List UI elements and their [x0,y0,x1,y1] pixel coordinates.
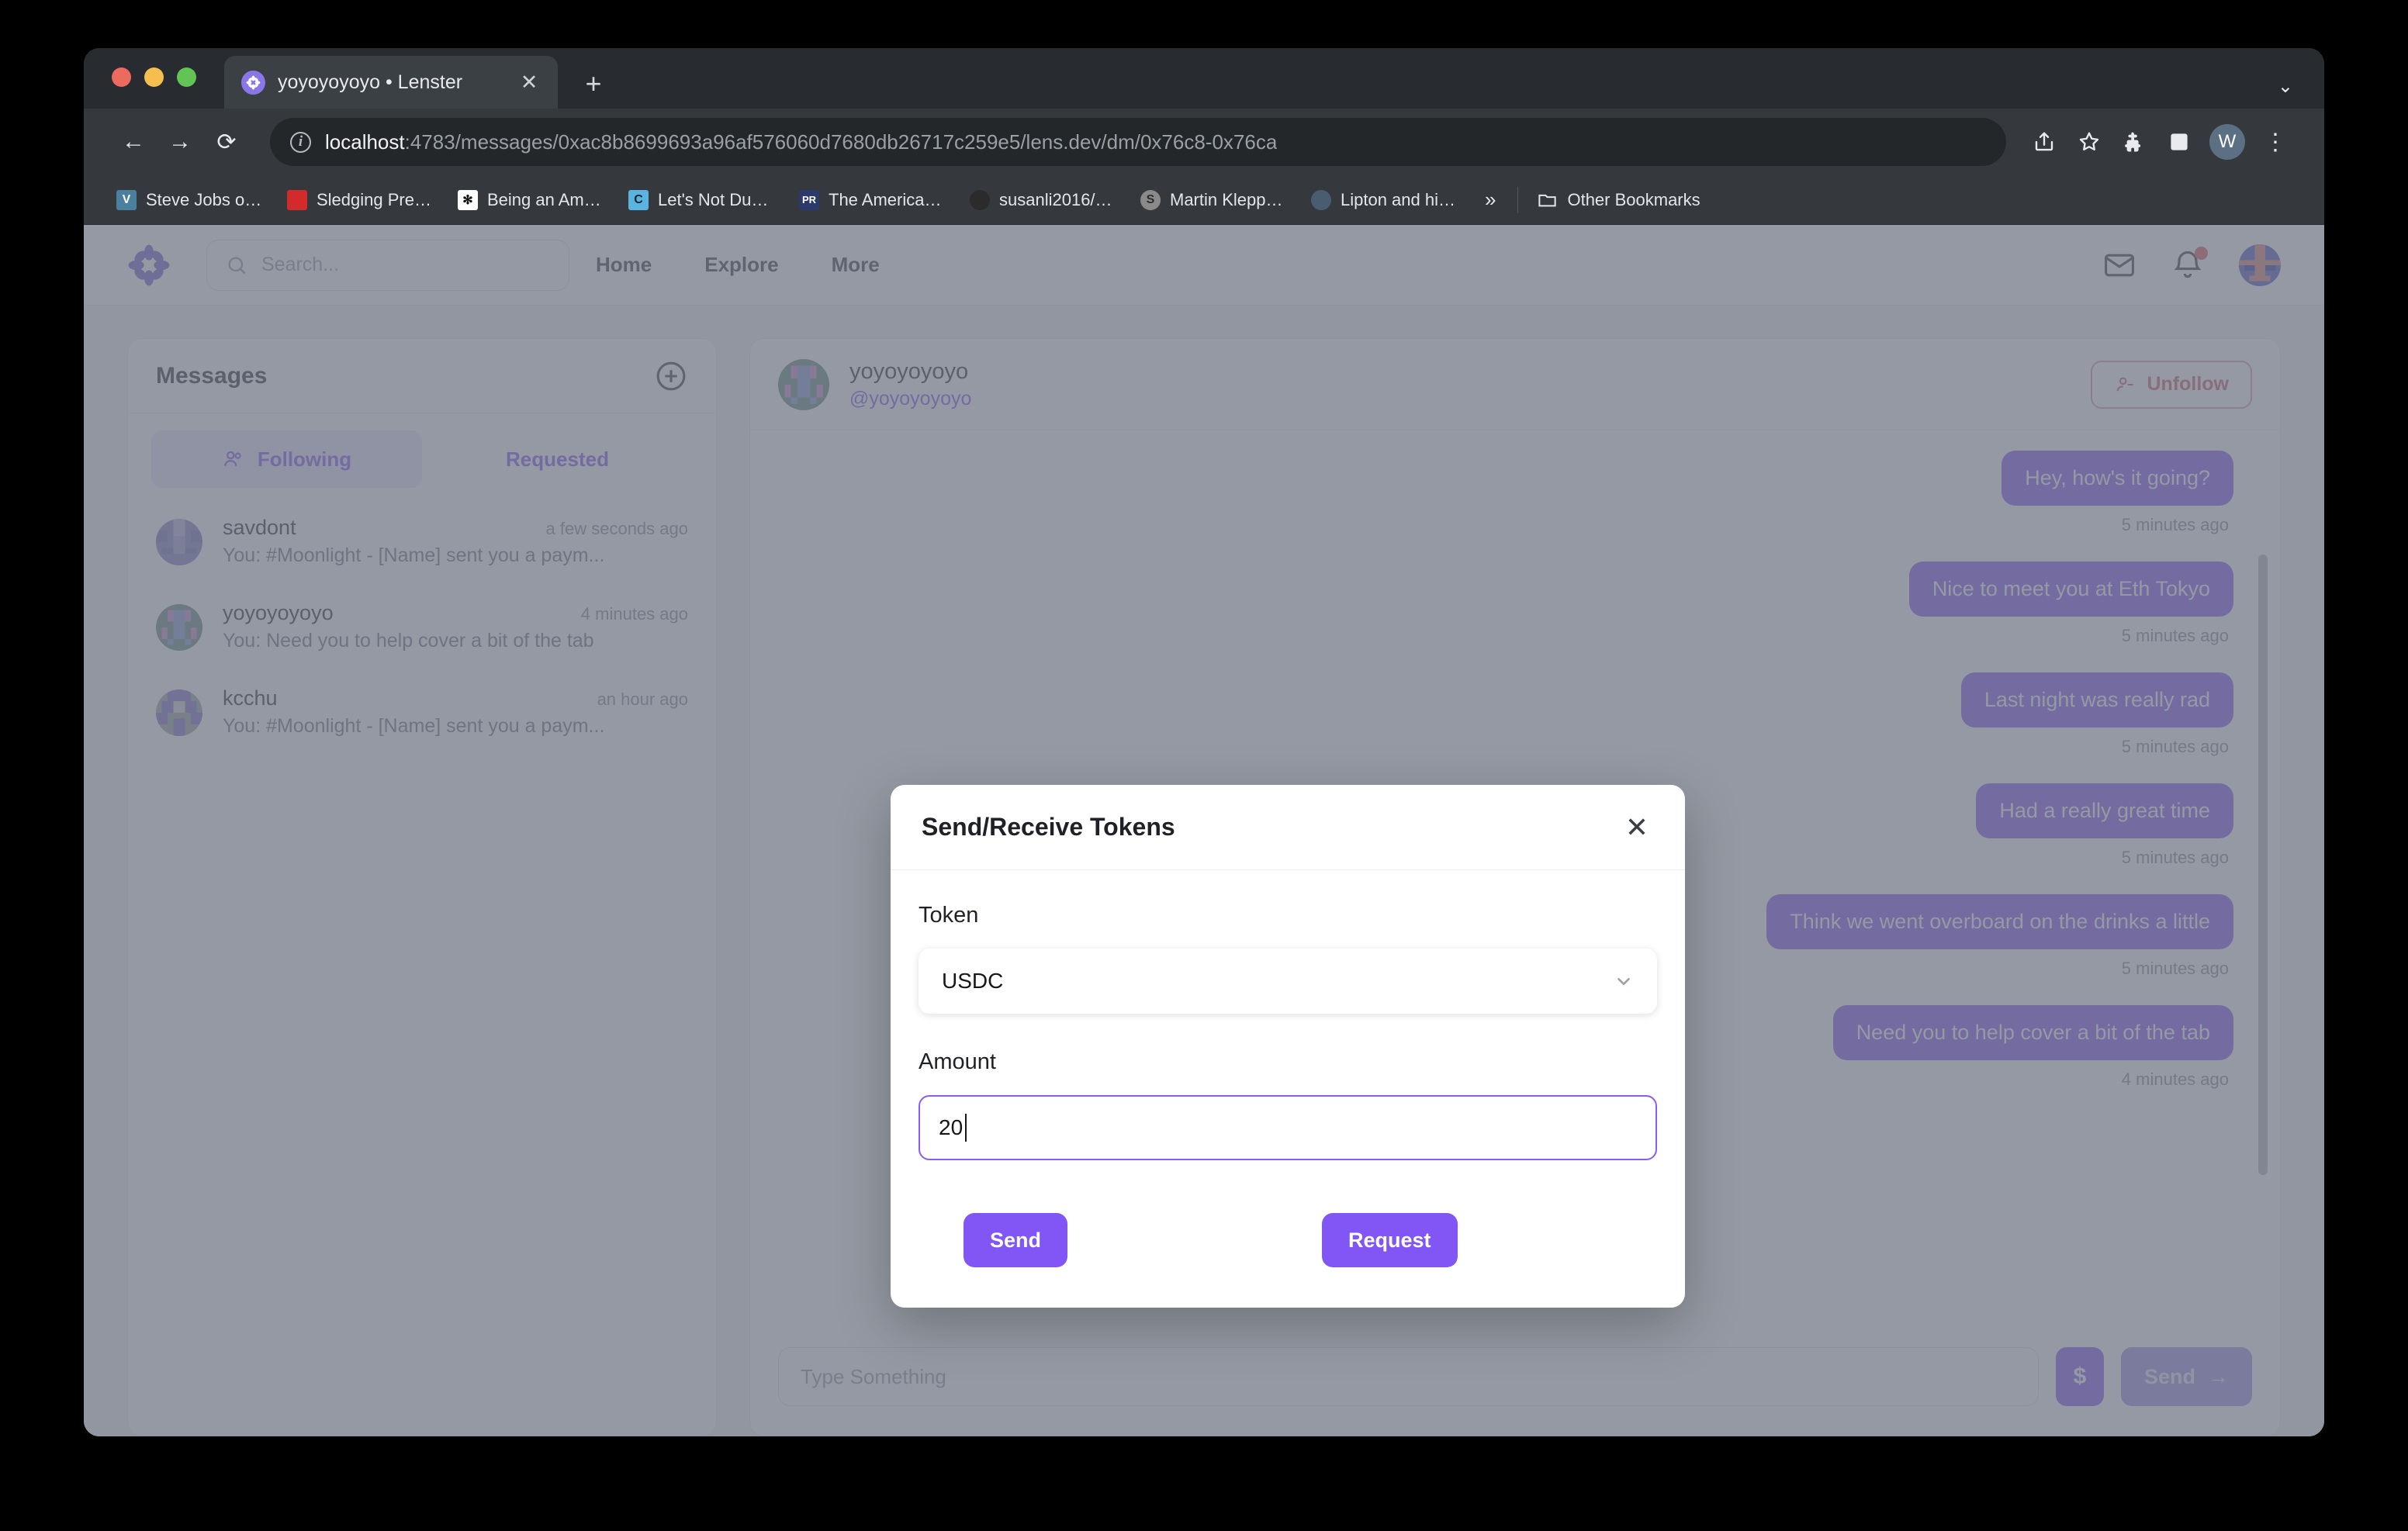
send-receive-tokens-modal: Send/Receive Tokens ✕ Token USDC Amount … [891,785,1685,1308]
browser-toolbar: ← → ⟳ i localhost:4783/messages/0xac8b86… [84,109,2324,175]
lenster-favicon-icon [241,70,265,95]
tab-search-chevron-down-icon[interactable]: ⌄ [2278,75,2293,98]
amount-input[interactable]: 20 [919,1095,1657,1160]
forward-button[interactable]: → [157,119,203,165]
close-icon[interactable]: ✕ [1620,813,1654,842]
bookmark-favicon-icon: PR [799,189,819,210]
modal-actions: Send Request [891,1184,1685,1308]
bookmark-label: Martin Kleppmann... [1170,189,1289,209]
bookmark-favicon-icon: S [1140,189,1161,210]
browser-window: yoyoyoyoyo • Lenster ✕ + ⌄ ← → ⟳ i local… [84,48,2324,1436]
amount-value: 20 [939,1115,964,1139]
bookmark-item[interactable]: C Let's Not Dumb D... [618,182,788,218]
browser-menu-button[interactable]: ⋮ [2253,119,2298,164]
url-path: :4783/messages/0xac8b8699693a96af576060d… [404,130,1278,154]
bookmark-item[interactable]: Sledging Preda/D... [276,182,447,218]
browser-tab[interactable]: yoyoyoyoyo • Lenster ✕ [224,56,558,109]
bookmarks-overflow-button[interactable]: » [1471,188,1510,212]
bookmark-label: Steve Jobs on the... [146,189,265,209]
bookmark-item[interactable]: PR The American-Dre... [788,182,959,218]
other-bookmarks-label: Other Bookmarks [1567,189,1700,209]
back-button[interactable]: ← [110,119,157,165]
bookmarks-bar: V Steve Jobs on the... Sledging Preda/D.… [84,175,2324,225]
address-bar[interactable]: i localhost:4783/messages/0xac8b8699693a… [270,118,2006,166]
bookmark-favicon-icon: V [116,189,137,210]
bookmarks-separator [1517,186,1519,213]
maximize-window-button[interactable] [177,67,196,87]
url-host: localhost [325,130,405,154]
bookmark-favicon-icon [970,189,990,210]
send-button[interactable]: Send [964,1213,1068,1267]
bookmark-label: The American-Dre... [829,189,948,209]
modal-body: Token USDC Amount 20 [891,870,1685,1184]
modal-title: Send/Receive Tokens [922,813,1175,841]
token-select[interactable]: USDC [919,949,1657,1014]
modal-header: Send/Receive Tokens ✕ [891,785,1685,870]
close-window-button[interactable] [112,67,131,87]
tab-strip: yoyoyoyoyo • Lenster ✕ + ⌄ [84,48,2324,109]
bookmark-favicon-icon: C [628,189,649,210]
tab-title: yoyoyoyoyo • Lenster [278,71,463,93]
chevron-down-icon [1617,977,1630,986]
other-bookmarks-folder[interactable]: Other Bookmarks [1526,189,1711,210]
bookmark-label: Sledging Preda/D... [317,189,436,209]
side-panel-icon[interactable] [2157,119,2202,164]
page-viewport: Search... Home Explore More [84,225,2324,1436]
token-selected-value: USDC [942,969,1004,993]
bookmark-item[interactable]: Lipton and his Imp... [1300,182,1471,218]
bookmark-item[interactable]: V Steve Jobs on the... [106,182,276,218]
bookmark-item[interactable]: ✻ Being an Amazon... [447,182,618,218]
browser-profile-avatar[interactable]: W [2209,124,2245,160]
bookmark-label: Let's Not Dumb D... [658,189,777,209]
address-bar-url: localhost:4783/messages/0xac8b8699693a96… [325,130,1277,154]
minimize-window-button[interactable] [144,67,164,87]
window-traffic-lights [112,48,196,109]
bookmark-label: Being an Amazon... [487,189,607,209]
token-field-label: Token [919,903,979,928]
request-button[interactable]: Request [1322,1213,1458,1267]
site-info-icon[interactable]: i [290,131,311,153]
folder-icon [1538,194,1557,207]
reload-button[interactable]: ⟳ [203,119,250,165]
bookmark-item[interactable]: S Martin Kleppmann... [1130,182,1300,218]
share-icon[interactable] [2022,119,2067,164]
text-caret [965,1114,967,1142]
bookmark-label: Lipton and his Imp... [1341,189,1460,209]
bookmark-label: susanli2016/Mach... [999,189,1119,209]
close-tab-button[interactable]: ✕ [517,71,541,93]
bookmark-favicon-icon [1311,189,1331,210]
extensions-puzzle-icon[interactable] [2112,119,2157,164]
new-tab-button[interactable]: + [576,70,611,98]
amount-field-label: Amount [919,1049,996,1074]
request-button-wrap: Request [1288,1213,1657,1267]
bookmark-favicon-icon [287,189,307,210]
bookmark-item[interactable]: susanli2016/Mach... [959,182,1130,218]
bookmark-star-icon[interactable] [2067,119,2112,164]
bookmark-favicon-icon: ✻ [458,189,478,210]
send-button-wrap: Send [919,1213,1288,1267]
